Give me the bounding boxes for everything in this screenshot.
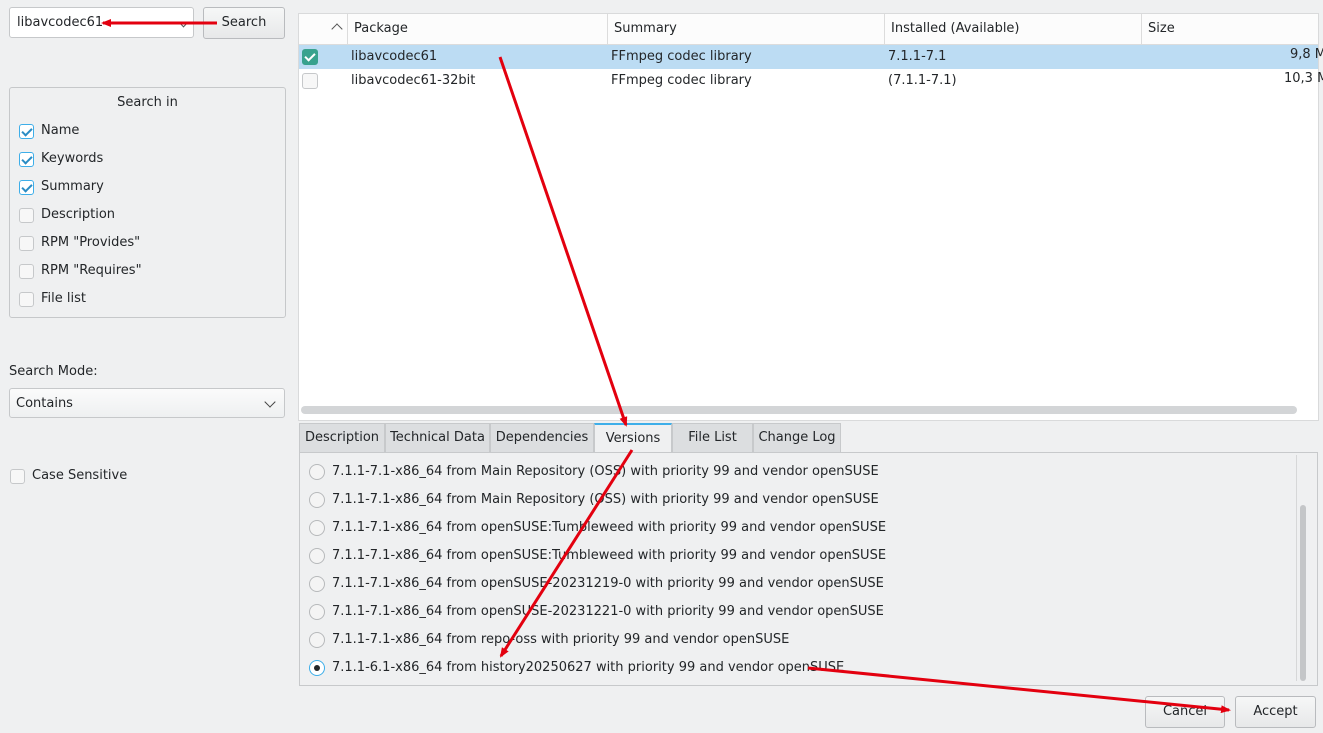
package-size: 10,3 M: [1284, 71, 1323, 86]
package-installed: 7.1.1-7.1: [888, 49, 947, 64]
checkbox[interactable]: [19, 292, 34, 307]
package-table: Package Summary Installed (Available) Si…: [298, 13, 1323, 421]
search-mode-label: Search Mode:: [9, 364, 98, 379]
radio-button[interactable]: [309, 520, 325, 536]
radio-button[interactable]: [309, 492, 325, 508]
checkbox-label: Description: [41, 207, 116, 222]
version-label: 7.1.1-7.1-x86_64 from openSUSE-20231219-…: [332, 576, 884, 591]
radio-button[interactable]: [309, 464, 325, 480]
col-package[interactable]: Package: [354, 21, 408, 36]
checkbox[interactable]: [19, 180, 34, 195]
version-label: 7.1.1-7.1-x86_64 from openSUSE-20231221-…: [332, 604, 884, 619]
version-label: 7.1.1-7.1-x86_64 from openSUSE:Tumblewee…: [332, 520, 887, 535]
tab-change-log[interactable]: Change Log: [753, 423, 841, 453]
radio-button[interactable]: [309, 632, 325, 648]
radio-button[interactable]: [309, 604, 325, 620]
package-installed: (7.1.1-7.1): [888, 73, 957, 88]
col-installed[interactable]: Installed (Available): [891, 21, 1020, 36]
radio-button[interactable]: [309, 660, 325, 676]
checkbox-label: File list: [41, 291, 86, 306]
versions-panel: 7.1.1-7.1-x86_64 from Main Repository (O…: [299, 452, 1318, 686]
search-input-value: libavcodec61: [17, 15, 104, 30]
search-mode-select[interactable]: Contains: [9, 388, 285, 418]
checkbox-label: RPM "Requires": [41, 263, 142, 278]
table-row[interactable]: libavcodec61 FFmpeg codec library 7.1.1-…: [299, 45, 1323, 69]
checkbox-label: RPM "Provides": [41, 235, 141, 250]
checkbox-label: Keywords: [41, 151, 104, 166]
sort-ascending-icon[interactable]: [331, 23, 343, 35]
chevron-down-icon: [264, 396, 276, 408]
search-button[interactable]: Search: [203, 7, 285, 39]
col-size[interactable]: Size: [1148, 21, 1175, 36]
install-checkbox[interactable]: [302, 73, 318, 89]
package-size: 9,8 M: [1290, 47, 1323, 62]
install-checkbox[interactable]: [302, 49, 318, 65]
version-label: 7.1.1-7.1-x86_64 from Main Repository (O…: [332, 464, 879, 479]
horizontal-scrollbar[interactable]: [301, 406, 1297, 414]
version-label: 7.1.1-7.1-x86_64 from openSUSE:Tumblewee…: [332, 548, 887, 563]
tab-versions[interactable]: Versions: [594, 423, 672, 453]
search-input[interactable]: libavcodec61: [9, 7, 194, 38]
search-in-title: Search in: [117, 95, 178, 110]
accept-button[interactable]: Accept: [1235, 696, 1316, 728]
vertical-scrollbar[interactable]: [1296, 455, 1311, 681]
search-mode-value: Contains: [16, 396, 73, 411]
radio-button[interactable]: [309, 548, 325, 564]
tab-technical-data[interactable]: Technical Data: [385, 423, 490, 453]
cancel-button[interactable]: Cancel: [1145, 696, 1225, 728]
tab-file-list[interactable]: File List: [672, 423, 753, 453]
checkbox[interactable]: [19, 236, 34, 251]
package-name: libavcodec61: [351, 49, 438, 64]
checkbox[interactable]: [19, 264, 34, 279]
checkbox-label: Summary: [41, 179, 104, 194]
versions-list: 7.1.1-7.1-x86_64 from Main Repository (O…: [301, 454, 886, 680]
version-label: 7.1.1-7.1-x86_64 from repo-oss with prio…: [332, 632, 790, 647]
tab-description[interactable]: Description: [299, 423, 385, 453]
table-header: Package Summary Installed (Available) Si…: [299, 14, 1318, 45]
col-summary[interactable]: Summary: [614, 21, 677, 36]
checkbox[interactable]: [19, 124, 34, 139]
case-sensitive-label: Case Sensitive: [32, 468, 128, 483]
table-row[interactable]: libavcodec61-32bit FFmpeg codec library …: [299, 69, 1323, 93]
version-label: 7.1.1-6.1-x86_64 from history20250627 wi…: [332, 660, 845, 675]
checkbox[interactable]: [19, 152, 34, 167]
checkbox[interactable]: [19, 208, 34, 223]
chevron-down-icon[interactable]: [178, 17, 189, 28]
version-label: 7.1.1-7.1-x86_64 from Main Repository (O…: [332, 492, 879, 507]
scrollbar-thumb[interactable]: [1300, 505, 1306, 681]
checkbox-label: Name: [41, 123, 80, 138]
package-summary: FFmpeg codec library: [611, 49, 752, 64]
checkbox[interactable]: [10, 469, 25, 484]
package-summary: FFmpeg codec library: [611, 73, 752, 88]
package-name: libavcodec61-32bit: [351, 73, 476, 88]
radio-button[interactable]: [309, 576, 325, 592]
tab-dependencies[interactable]: Dependencies: [490, 423, 594, 453]
search-in-group: Search in Name Keywords Summary Descript…: [9, 87, 286, 318]
